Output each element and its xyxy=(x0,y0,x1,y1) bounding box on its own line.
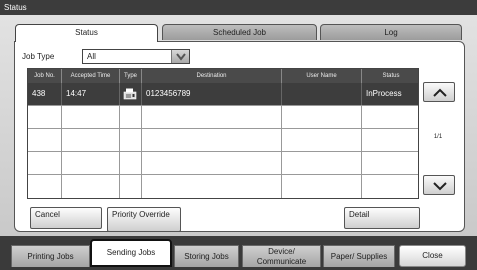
tab-storing-jobs[interactable]: Storing Jobs xyxy=(174,245,239,267)
table-row-empty xyxy=(28,129,418,152)
tab-device-communicate[interactable]: Device/ Communicate xyxy=(242,245,321,267)
tab-status[interactable]: Status xyxy=(15,24,158,42)
job-type-label: Job Type xyxy=(22,52,55,61)
tab-log[interactable]: Log xyxy=(320,24,462,40)
accepted-time-cell: 14:47 xyxy=(62,83,120,105)
dropdown-arrow-button[interactable] xyxy=(171,50,189,63)
tab-printing-jobs[interactable]: Printing Jobs xyxy=(11,245,90,267)
job-type-dropdown[interactable]: All xyxy=(82,49,190,64)
fax-icon xyxy=(123,88,137,100)
job-no-cell: 438 xyxy=(28,83,62,105)
table-row-empty xyxy=(28,175,418,198)
job-type-value: All xyxy=(87,52,96,61)
tab-sending-jobs[interactable]: Sending Jobs xyxy=(90,239,172,267)
destination-cell: 0123456789 xyxy=(142,83,282,105)
column-header-destination: Destination xyxy=(142,69,282,83)
table-row-empty xyxy=(28,152,418,175)
table-row-empty xyxy=(28,106,418,129)
tab-paper-supplies[interactable]: Paper/ Supplies xyxy=(323,245,395,267)
window-title: Status xyxy=(0,0,477,15)
type-cell xyxy=(120,83,142,105)
table-scroller: 1/1 xyxy=(420,81,456,197)
column-header-accepted-time: Accepted Time xyxy=(62,69,120,83)
table-row[interactable]: 438 14:47 0123456789 InProcess xyxy=(28,83,418,106)
table-header: Job No. Accepted Time Type Destination U… xyxy=(28,69,418,83)
job-table: Job No. Accepted Time Type Destination U… xyxy=(27,68,419,199)
detail-button[interactable]: Detail xyxy=(344,207,420,229)
column-header-job-no: Job No. xyxy=(28,69,62,83)
tab-scheduled-job[interactable]: Scheduled Job xyxy=(162,24,317,40)
close-button[interactable]: Close xyxy=(399,245,466,267)
column-header-user-name: User Name xyxy=(282,69,362,83)
page-indicator: 1/1 xyxy=(433,134,443,140)
chevron-down-icon xyxy=(433,182,447,191)
scroll-down-button[interactable] xyxy=(423,175,455,195)
column-header-type: Type xyxy=(120,69,142,83)
chevron-up-icon xyxy=(433,88,447,97)
cancel-button[interactable]: Cancel xyxy=(30,207,102,229)
status-cell: InProcess xyxy=(366,89,402,98)
user-name-cell xyxy=(282,83,362,105)
scroll-up-button[interactable] xyxy=(423,82,455,102)
priority-override-button[interactable]: Priority Override xyxy=(107,207,181,232)
chevron-down-icon xyxy=(176,53,186,61)
column-header-status: Status xyxy=(382,73,400,79)
